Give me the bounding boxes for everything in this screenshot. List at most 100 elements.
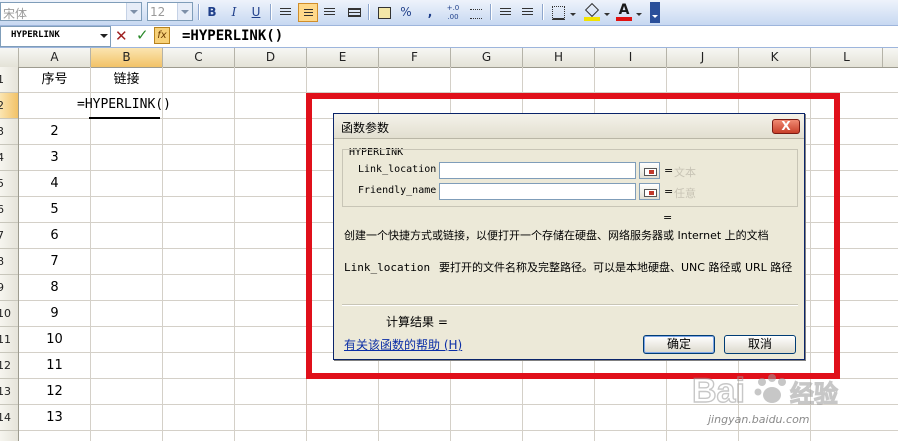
column-header-b[interactable]: B [91,48,163,67]
fill-color-dropdown[interactable] [602,3,612,22]
name-box[interactable]: HYPERLINK [0,26,111,47]
column-header-e[interactable]: E [307,48,379,67]
column-header-g[interactable]: G [451,48,523,67]
column-header-d[interactable]: D [235,48,307,67]
column-header-l[interactable]: L [811,48,883,67]
function-help-link[interactable]: 有关该函数的帮助 (H) [344,336,462,353]
cell-a3[interactable]: 2 [19,119,90,145]
cell-a6[interactable]: 5 [19,197,90,223]
bold-button[interactable]: B [202,3,222,22]
font-color-button[interactable]: A [614,3,634,22]
chevron-down-icon[interactable] [126,3,141,20]
borders-button[interactable] [548,3,568,22]
increase-decimal-button[interactable]: +.0 .00 [442,3,464,22]
row-header-3[interactable]: 3 [0,119,18,145]
column-header-a[interactable]: A [19,48,91,67]
column-header-i[interactable]: I [595,48,667,67]
align-right-button[interactable] [320,3,340,22]
row-header-8[interactable]: 8 [0,249,18,275]
formula-input[interactable]: =HYPERLINK() [182,28,283,44]
align-left-button[interactable] [276,3,296,22]
cell-b2[interactable]: =HYPERLINK() [77,92,171,118]
column-header-f[interactable]: F [379,48,451,67]
enter-entry-icon[interactable]: ✓ [136,26,149,44]
row-header-10[interactable]: 10 [0,301,18,327]
ok-button[interactable]: 确定 [643,335,715,354]
row-header-11[interactable]: 11 [0,327,18,353]
row-header-7[interactable]: 7 [0,223,18,249]
row-header-1[interactable]: 1 [0,67,18,93]
row-header-5[interactable]: 5 [0,171,18,197]
select-all-corner[interactable] [0,48,19,67]
currency-button[interactable] [374,3,394,22]
percent-button[interactable]: % [396,3,416,22]
link-location-collapse-button[interactable] [639,162,660,179]
font-name-value: 宋体 [3,7,28,21]
function-arguments-dialog: 函数参数 X HYPERLINK Link_location = 文本 Frie… [333,113,805,360]
comma-style-button[interactable]: , [420,3,440,22]
toolbar-separator [542,4,543,20]
chevron-down-icon[interactable] [177,3,192,20]
row-header-13[interactable]: 13 [0,379,18,405]
column-headers: A B C D E F G H I J K L [0,48,898,68]
cell-a9[interactable]: 8 [19,275,90,301]
cell-a1[interactable]: 序号 [19,67,90,93]
chevron-down-icon[interactable] [100,34,108,38]
decrease-indent-button[interactable] [496,3,516,22]
name-box-value: HYPERLINK [11,30,60,40]
paint-bucket-icon [584,2,600,18]
decrease-decimal-icon [470,9,482,19]
friendly-name-collapse-button[interactable] [639,183,660,200]
cell-a14[interactable]: 13 [19,405,90,431]
arg2-type-hint: 任意 [674,187,696,200]
row-header-9[interactable]: 9 [0,275,18,301]
arg2-equals: = [664,185,674,198]
svg-text:Bai: Bai [692,372,745,410]
cell-a4[interactable]: 3 [19,145,90,171]
row-header-2[interactable]: 2 [0,93,18,119]
align-left-icon [280,8,291,17]
merge-center-button[interactable] [344,3,364,22]
toolbar-options-chevron[interactable] [650,2,660,23]
column-header-j[interactable]: J [667,48,739,67]
insert-function-button[interactable]: fx [154,27,170,44]
column-header-c[interactable]: C [163,48,235,67]
row-header-4[interactable]: 4 [0,145,18,171]
cancel-button[interactable]: 取消 [724,335,796,354]
decrease-decimal-button[interactable] [466,3,486,22]
cell-a7[interactable]: 6 [19,223,90,249]
align-center-button[interactable] [298,3,318,22]
cell-a10[interactable]: 9 [19,301,90,327]
cell-a12[interactable]: 11 [19,353,90,379]
dialog-divider [342,304,798,305]
row-header-6[interactable]: 6 [0,197,18,223]
borders-dropdown[interactable] [568,3,578,22]
column-header-k[interactable]: K [739,48,811,67]
decrease-indent-icon [500,8,511,17]
italic-button[interactable]: I [224,3,244,22]
font-color-dropdown[interactable] [634,3,644,22]
column-header-h[interactable]: H [523,48,595,67]
close-button[interactable]: X [772,119,800,134]
fill-color-swatch [584,17,600,21]
increase-indent-button[interactable] [518,3,538,22]
cell-b1[interactable]: 链接 [91,67,162,93]
borders-icon [551,6,565,20]
dialog-titlebar[interactable]: 函数参数 X [334,114,804,139]
svg-text:经验: 经验 [790,380,838,408]
underline-button[interactable]: U [246,3,266,22]
fill-color-button[interactable] [582,2,602,22]
font-name-select[interactable]: 宋体 [0,2,142,21]
font-size-select[interactable]: 12 [147,2,193,21]
cancel-entry-icon[interactable]: ✕ [115,27,128,45]
link-location-input[interactable] [439,162,636,179]
row-header-12[interactable]: 12 [0,353,18,379]
cell-a8[interactable]: 7 [19,249,90,275]
row-header-14[interactable]: 14 [0,405,18,431]
cell-a13[interactable]: 12 [19,379,90,405]
cell-a11[interactable]: 10 [19,327,90,353]
friendly-name-input[interactable] [439,183,636,200]
chevron-down-icon [652,15,658,18]
currency-icon [377,7,391,19]
cell-a5[interactable]: 4 [19,171,90,197]
